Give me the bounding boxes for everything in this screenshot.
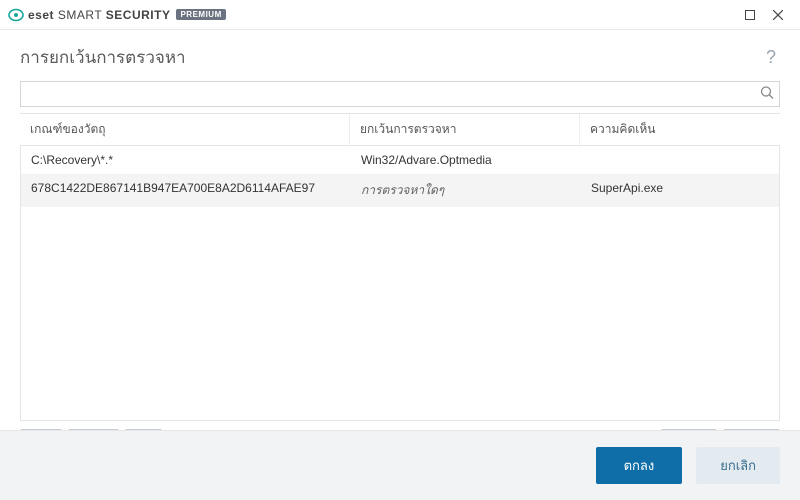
exclusions-table: C:\Recovery\*.*Win32/Advare.Optmedia678C… [20, 146, 780, 421]
maximize-button[interactable] [736, 1, 764, 29]
search-input[interactable] [20, 81, 780, 107]
header: การยกเว้นการตรวจหา ? [0, 30, 800, 81]
column-criteria[interactable]: เกณฑ์ของวัตถุ [20, 114, 350, 145]
help-button[interactable]: ? [762, 47, 780, 68]
ok-button[interactable]: ตกลง [596, 447, 683, 484]
table-row[interactable]: C:\Recovery\*.*Win32/Advare.Optmedia [21, 146, 779, 174]
cell-exclusion: Win32/Advare.Optmedia [351, 150, 581, 170]
cancel-button[interactable]: ยกเลิก [696, 447, 780, 484]
search-icon [760, 86, 774, 100]
cell-comment [581, 150, 779, 170]
table-header: เกณฑ์ของวัตถุ ยกเว้นการตรวจหา ความคิดเห็… [20, 113, 780, 146]
close-button[interactable] [764, 1, 792, 29]
square-icon [745, 10, 755, 20]
titlebar: eset SMART SECURITY PREMIUM [0, 0, 800, 30]
footer: ตกลง ยกเลิก [0, 430, 800, 500]
page-title: การยกเว้นการตรวจหา [20, 44, 762, 71]
table-row[interactable]: 678C1422DE867141B947EA700E8A2D6114AFAE97… [21, 174, 779, 207]
eset-logo-icon [8, 7, 24, 23]
help-icon: ? [766, 47, 776, 67]
brand-text: eset SMART SECURITY [28, 8, 170, 22]
cell-comment: SuperApi.exe [581, 178, 779, 203]
column-exclusion[interactable]: ยกเว้นการตรวจหา [350, 114, 580, 145]
cell-exclusion: การตรวจหาใดๆ [351, 178, 581, 203]
search-button[interactable] [760, 86, 774, 103]
search-wrap [20, 81, 780, 107]
column-comment[interactable]: ความคิดเห็น [580, 114, 780, 145]
close-icon [773, 10, 783, 20]
cell-criteria: C:\Recovery\*.* [21, 150, 351, 170]
brand: eset SMART SECURITY PREMIUM [8, 7, 226, 23]
cell-criteria: 678C1422DE867141B947EA700E8A2D6114AFAE97 [21, 178, 351, 203]
brand-badge: PREMIUM [176, 9, 225, 20]
